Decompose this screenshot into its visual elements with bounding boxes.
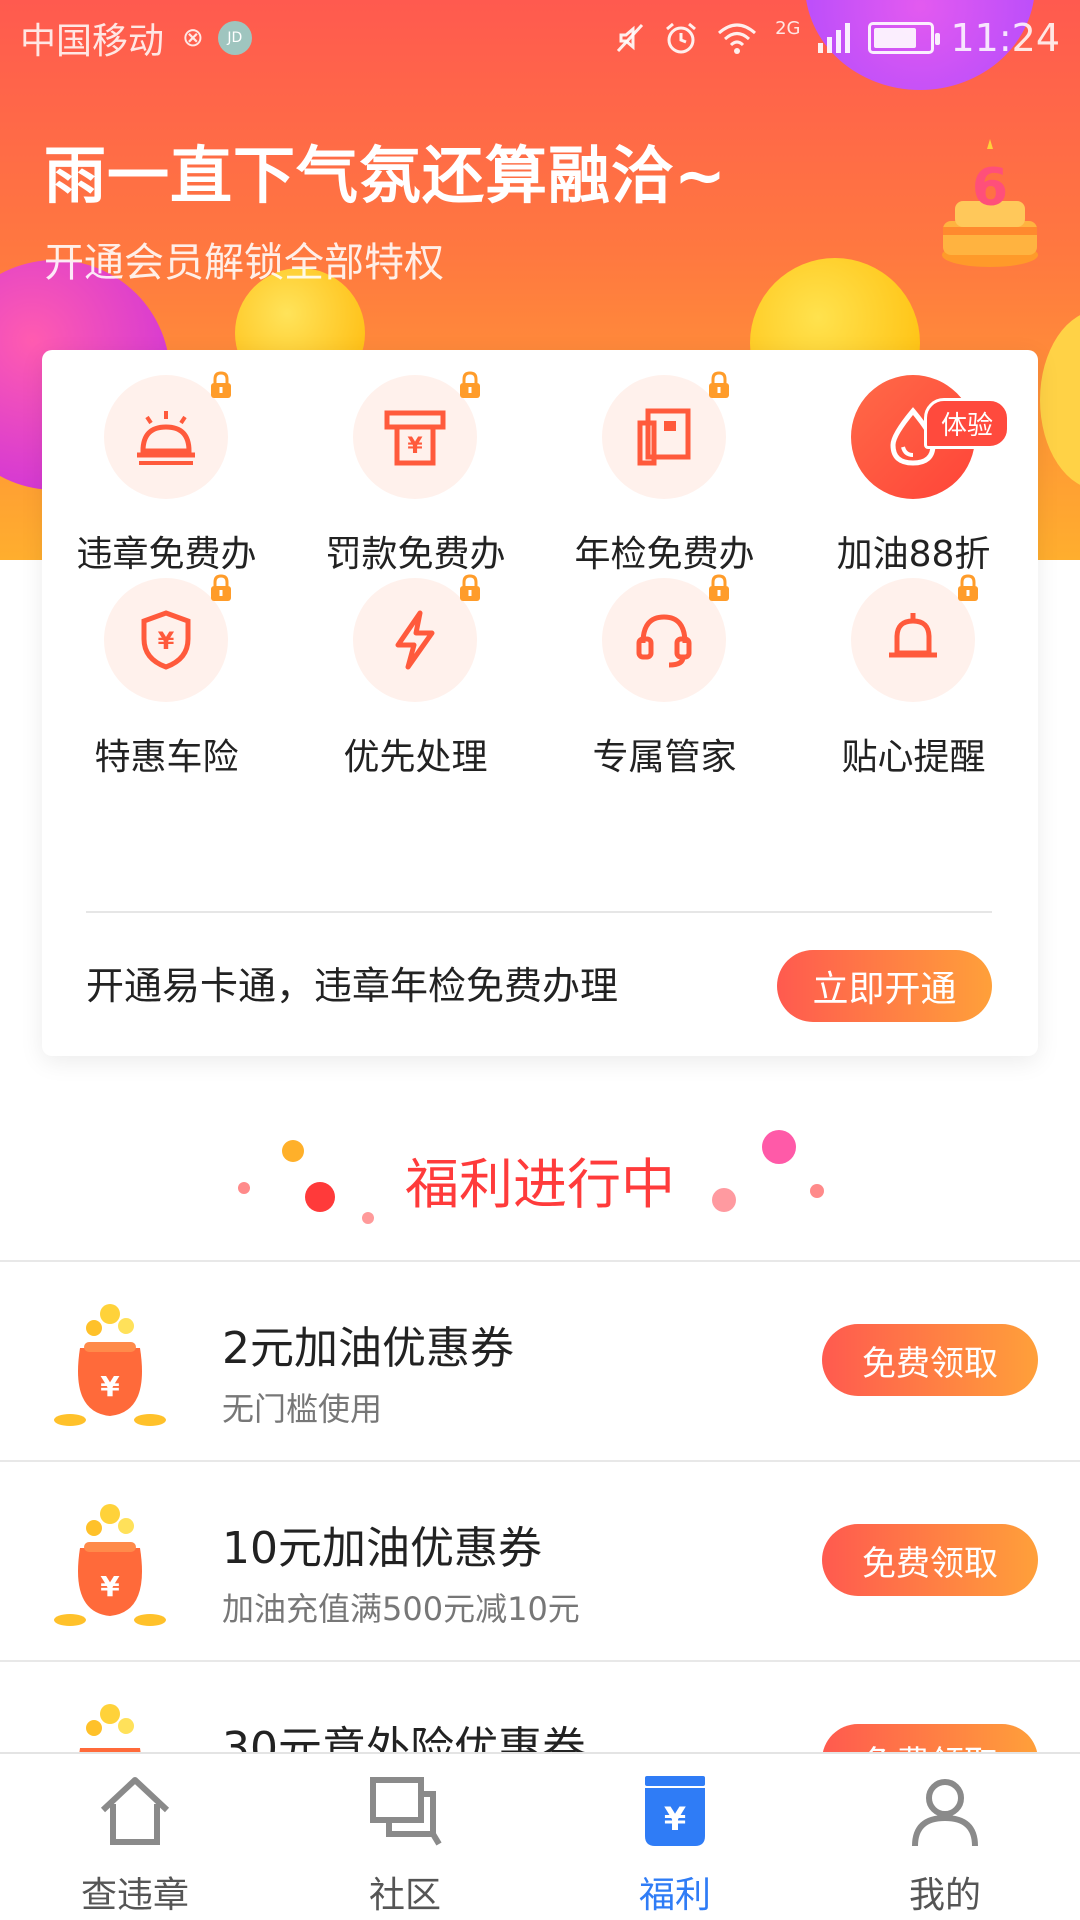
privilege-card: 违章免费办 ¥ 罚款免费办 年检免费办 加油88折 体验 ¥ 特惠车险 优先处理… (42, 350, 1038, 1056)
shield-yen-icon: ¥ (141, 610, 191, 670)
police-light-icon (137, 411, 195, 465)
jd-icon: JD (217, 21, 252, 55)
tab-label: 我的 (908, 1875, 981, 1916)
clock: 11:24 (950, 16, 1060, 60)
network-label: 2G (775, 17, 801, 39)
privilege-item-fine[interactable]: ¥ 罚款免费办 (291, 325, 540, 575)
claim-coupon-button[interactable]: 免费领取 (822, 1324, 1038, 1396)
user-icon (912, 1779, 978, 1847)
lock-icon (958, 574, 978, 601)
privilege-label: 贴心提醒 (841, 737, 986, 778)
privilege-item-violation[interactable]: 违章免费办 (42, 325, 291, 575)
privilege-item-priority[interactable]: 优先处理 (291, 528, 540, 778)
home-icon (100, 1777, 170, 1845)
svg-text:¥: ¥ (100, 1370, 120, 1403)
promo-text: 开通易卡通，违章年检免费办理 (86, 964, 619, 1008)
svg-text:¥: ¥ (664, 1800, 686, 1838)
carrier-label: 中国移动 (20, 21, 165, 62)
claim-coupon-button[interactable]: 免费领取 (822, 1524, 1038, 1596)
wifi-icon (718, 23, 757, 54)
inspection-icon (637, 408, 691, 466)
money-bag-icon: ¥ (54, 1304, 166, 1426)
open-membership-button[interactable]: 立即开通 (777, 950, 992, 1022)
coupon-item: ¥ 2元加油优惠券 无门槛使用 免费领取 (0, 1260, 1080, 1460)
birthday-cake-icon: 6 (942, 139, 1038, 267)
tab-welfare[interactable]: ¥ 福利 (540, 1754, 810, 1920)
bell-icon (889, 613, 937, 658)
mute-icon (616, 23, 644, 53)
lock-icon (709, 371, 729, 398)
sim-icon: ⊗ (182, 23, 204, 53)
privilege-item-butler[interactable]: 专属管家 (540, 528, 789, 778)
svg-text:¥: ¥ (158, 627, 175, 655)
headset-icon (636, 614, 692, 668)
money-bag-icon: ¥ (54, 1504, 166, 1626)
alarm-icon (666, 22, 697, 54)
welfare-title: 福利进行中 (405, 1153, 675, 1216)
tab-community[interactable]: 社区 (270, 1754, 540, 1920)
lightning-icon (395, 610, 435, 670)
bottom-tab-bar: 查违章 社区 ¥ 福利 我的 (0, 1752, 1080, 1920)
lock-icon (211, 574, 231, 601)
coupon-name: 2元加油优惠券 (222, 1323, 514, 1374)
tab-label: 查违章 (80, 1875, 189, 1916)
tab-check-violation[interactable]: 查违章 (0, 1754, 270, 1920)
privilege-label: 特惠车险 (94, 737, 239, 778)
trial-badge: 体验 (924, 398, 1011, 449)
page-title: 雨一直下气氛还算融洽~ (44, 139, 727, 212)
status-bar: 中国移动 ⊗ JD 2G 11:24 (0, 0, 1080, 76)
svg-text:¥: ¥ (407, 434, 423, 459)
privilege-label: 专属管家 (592, 737, 737, 778)
privilege-label: 优先处理 (343, 737, 488, 778)
lock-icon (211, 371, 231, 398)
welfare-section-header: 福利进行中 (0, 1110, 1080, 1260)
lock-icon (460, 371, 480, 398)
coupon-desc: 加油充值满500元减10元 (222, 1590, 580, 1628)
page-subtitle: 开通会员解锁全部特权 (44, 240, 444, 286)
tab-label: 福利 (638, 1875, 711, 1916)
decor-bubble (1040, 310, 1080, 490)
lock-icon (709, 574, 729, 601)
coupon-desc: 无门槛使用 (222, 1390, 383, 1428)
chat-icon (370, 1777, 442, 1846)
privilege-item-reminder[interactable]: 贴心提醒 (789, 528, 1038, 778)
tab-mine[interactable]: 我的 (810, 1754, 1080, 1920)
privilege-item-inspection[interactable]: 年检免费办 (540, 325, 789, 575)
atm-icon: ¥ (384, 410, 446, 466)
divider (86, 911, 992, 913)
lock-icon (460, 574, 480, 601)
cake-number: 6 (972, 158, 1008, 218)
tab-label: 社区 (368, 1875, 441, 1916)
coupon-item: ¥ 10元加油优惠券 加油充值满500元减10元 免费领取 (0, 1460, 1080, 1660)
welfare-icon: ¥ (645, 1776, 705, 1846)
signal-icon (818, 23, 851, 53)
privilege-item-insurance[interactable]: ¥ 特惠车险 (42, 528, 291, 778)
coupon-name: 10元加油优惠券 (222, 1523, 542, 1574)
svg-text:¥: ¥ (100, 1570, 120, 1603)
battery-icon (868, 22, 941, 54)
